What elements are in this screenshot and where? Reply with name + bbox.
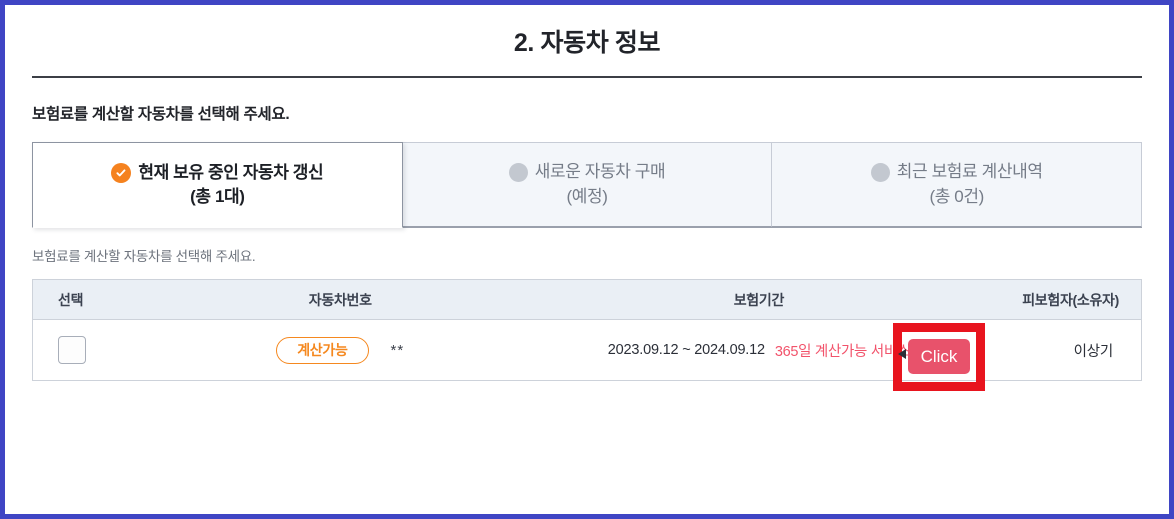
tab-new-car-purchase-label: 새로운 자동차 구매	[534, 162, 666, 182]
click-annotation-button[interactable]: Click	[908, 339, 970, 374]
car-list-table-head: 선택 자동차번호 보험기간 피보험자(소유자)	[32, 279, 1142, 320]
car-number-wrap: 계산가능 **	[149, 336, 532, 364]
tab-recent-quotes-count: (총 0건)	[929, 186, 984, 206]
column-header-car-number: 자동차번호	[148, 279, 532, 320]
tab-new-car-purchase-subtitle: (예정)	[566, 186, 608, 206]
table-header-row: 선택 자동차번호 보험기간 피보험자(소유자)	[32, 279, 1142, 320]
period-dates: 2023.09.12 ~ 2024.09.12	[607, 342, 765, 358]
period-note: 365일 계산가능 서비스	[774, 343, 910, 360]
page-title: 2. 자동차 정보	[513, 29, 661, 57]
car-source-tabs: 현재 보유 중인 자동차 갱신 (총 1대) 새로운 자동차 구매 (예정) 최…	[32, 142, 1143, 228]
cursor-pointer-icon	[898, 349, 906, 359]
title-divider	[32, 76, 1142, 78]
page-inner: 2. 자동차 정보 보험료를 계산할 자동차를 선택해 주세요. 현재 보유 중…	[5, 5, 1169, 514]
check-circle-icon	[111, 162, 132, 183]
row-select-checkbox[interactable]	[58, 336, 86, 364]
tab-new-car-purchase-line1: 새로운 자동차 구매	[508, 160, 666, 184]
column-header-select: 선택	[32, 279, 149, 320]
table-row: 계산가능 ** 2023.09.12 ~ 2024.09.12 365일 계산가…	[32, 319, 1142, 381]
car-list-table-body: 계산가능 ** 2023.09.12 ~ 2024.09.12 365일 계산가…	[32, 319, 1142, 381]
page-root: 2. 자동차 정보 보험료를 계산할 자동차를 선택해 주세요. 현재 보유 중…	[0, 0, 1174, 519]
tab-existing-car-renewal-line1: 현재 보유 중인 자동차 갱신	[111, 161, 324, 185]
tab-recent-quotes[interactable]: 최근 보험료 계산내역 (총 0건)	[772, 142, 1143, 227]
tab-recent-quotes-label: 최근 보험료 계산내역	[896, 162, 1043, 182]
cell-owner: 이상기	[986, 319, 1142, 381]
cell-car-number: 계산가능 **	[148, 319, 532, 381]
section-heading: 보험료를 계산할 자동차를 선택해 주세요.	[32, 106, 290, 123]
tab-existing-car-renewal[interactable]: 현재 보유 중인 자동차 갱신 (총 1대)	[32, 142, 403, 228]
car-list-table: 선택 자동차번호 보험기간 피보험자(소유자) 계산가능 ** 2023.09.…	[32, 279, 1142, 381]
circle-icon	[870, 162, 890, 182]
circle-icon	[508, 162, 528, 182]
tab-existing-car-renewal-count: (총 1대)	[190, 187, 245, 206]
cell-select	[32, 319, 149, 381]
status-badge: 계산가능	[276, 336, 369, 364]
tab-existing-car-renewal-label: 현재 보유 중인 자동차 갱신	[138, 162, 324, 182]
car-number-value: **	[390, 341, 405, 359]
column-header-period: 보험기간	[531, 279, 987, 320]
tab-recent-quotes-line1: 최근 보험료 계산내역	[870, 160, 1043, 184]
tab-new-car-purchase[interactable]: 새로운 자동차 구매 (예정)	[402, 142, 773, 227]
column-header-owner: 피보험자(소유자)	[986, 279, 1142, 320]
table-sub-note: 보험료를 계산할 자동차를 선택해 주세요.	[32, 249, 256, 264]
